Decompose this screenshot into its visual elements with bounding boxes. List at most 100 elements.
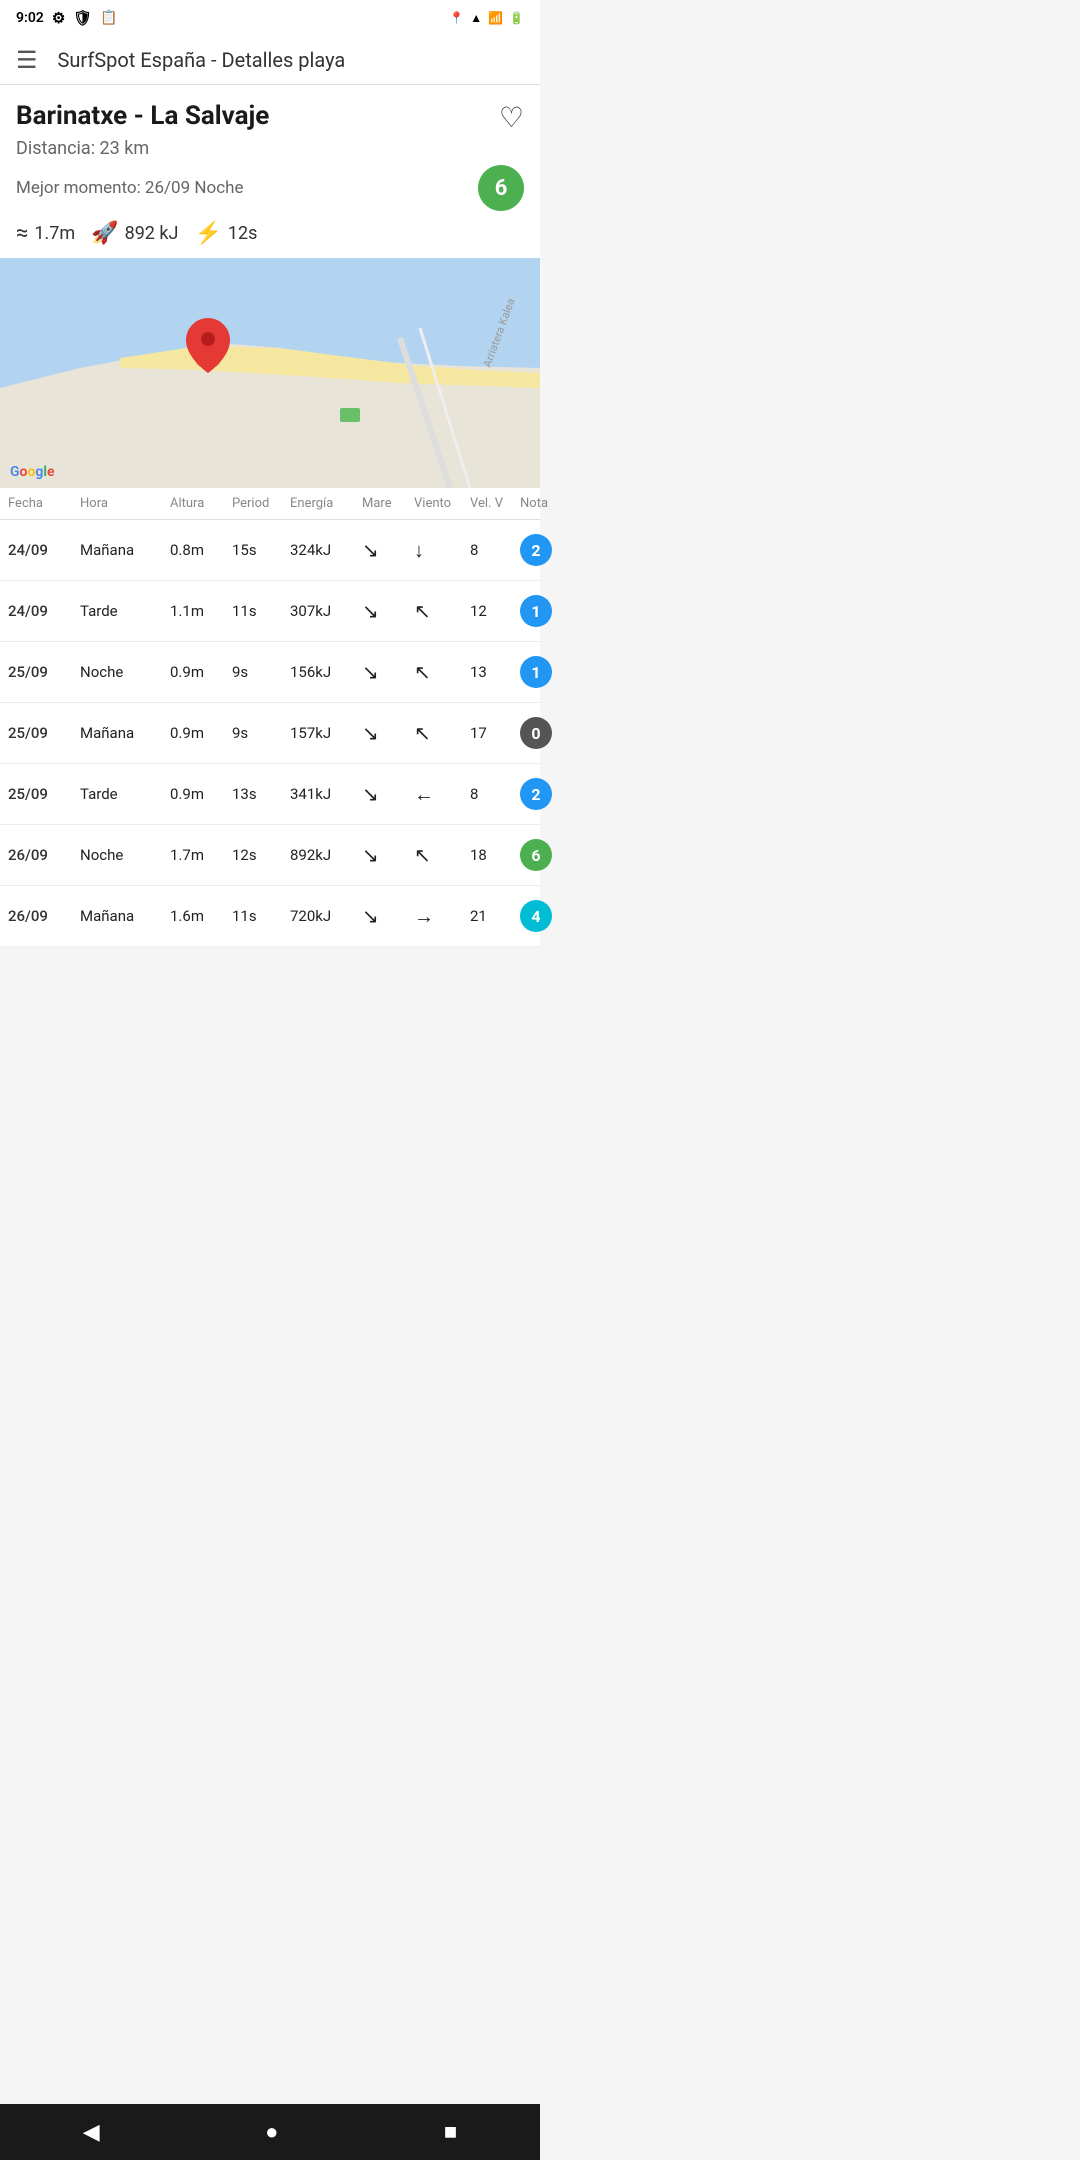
period-group: ⚡ 12s — [194, 221, 257, 246]
cell-altura: 0.8m — [170, 541, 232, 559]
cell-nota: 0 — [520, 717, 568, 749]
cell-fecha: 24/09 — [8, 602, 80, 620]
cell-altura: 0.9m — [170, 724, 232, 742]
cell-altura: 0.9m — [170, 785, 232, 803]
cell-marea: ↘ — [362, 721, 414, 745]
cell-velv: 18 — [470, 846, 520, 864]
header-viento: Viento — [414, 496, 470, 511]
cell-altura: 0.9m — [170, 663, 232, 681]
cell-hora: Tarde — [80, 602, 170, 620]
cell-viento: ↓ — [414, 538, 470, 563]
back-button[interactable]: ◀ — [83, 2120, 100, 2145]
wave-height-group: ≈ 1.7m — [16, 221, 75, 246]
map-container[interactable]: Arriatera Kalea Google — [0, 258, 540, 488]
table-row: 25/09 Mañana 0.9m 9s 157kJ ↘ ↖ 17 0 — [0, 703, 540, 764]
settings-icon: ⚙ — [52, 9, 65, 27]
signal-icon: 📶 — [488, 11, 503, 25]
cell-fecha: 25/09 — [8, 663, 80, 681]
wifi-icon: ▲ — [470, 11, 482, 25]
table-row: 25/09 Tarde 0.9m 13s 341kJ ↘ ← 8 2 — [0, 764, 540, 825]
header-altura: Altura — [170, 496, 232, 511]
cell-altura: 1.7m — [170, 846, 232, 864]
page-title: SurfSpot España - Detalles playa — [58, 48, 346, 72]
cell-nota: 1 — [520, 656, 568, 688]
header-energia: Energía — [290, 496, 362, 511]
table-row: 24/09 Tarde 1.1m 11s 307kJ ↘ ↖ 12 1 — [0, 581, 540, 642]
recent-button[interactable]: ■ — [444, 2119, 457, 2145]
table-header: Fecha Hora Altura Period Energía Mare Vi… — [0, 488, 540, 520]
forecast-table: Fecha Hora Altura Period Energía Mare Vi… — [0, 488, 540, 947]
home-button[interactable]: ● — [265, 2119, 278, 2145]
menu-button[interactable]: ☰ — [16, 46, 38, 74]
cell-viento: ↖ — [414, 599, 470, 623]
cell-hora: Noche — [80, 663, 170, 681]
cell-period: 13s — [232, 785, 290, 803]
cell-fecha: 26/09 — [8, 846, 80, 864]
cell-marea: ↘ — [362, 599, 414, 623]
cell-fecha: 24/09 — [8, 541, 80, 559]
wave-height: 1.7m — [34, 223, 75, 244]
cell-velv: 8 — [470, 785, 520, 803]
score-badge: 6 — [478, 165, 524, 211]
cell-nota: 1 — [520, 595, 568, 627]
cell-altura: 1.1m — [170, 602, 232, 620]
beach-name: Barinatxe - La Salvaje — [16, 101, 269, 131]
cell-fecha: 25/09 — [8, 724, 80, 742]
shield-icon: 🛡 — [73, 9, 92, 27]
bottom-nav: ◀ ● ■ — [0, 2104, 540, 2160]
energy-group: 🚀 892 kJ — [91, 221, 178, 246]
cell-hora: Noche — [80, 846, 170, 864]
cell-energia: 324kJ — [290, 541, 362, 559]
rocket-icon: 🚀 — [91, 221, 118, 246]
cell-period: 11s — [232, 602, 290, 620]
cell-velv: 17 — [470, 724, 520, 742]
cell-viento: ↖ — [414, 721, 470, 745]
cell-energia: 307kJ — [290, 602, 362, 620]
cell-marea: ↘ — [362, 782, 414, 806]
header-period: Period — [232, 496, 290, 511]
table-row: 24/09 Mañana 0.8m 15s 324kJ ↘ ↓ 8 2 — [0, 520, 540, 581]
cell-velv: 13 — [470, 663, 520, 681]
cell-viento: ↖ — [414, 843, 470, 867]
cell-velv: 12 — [470, 602, 520, 620]
clipboard-icon: 📋 — [100, 10, 117, 26]
cell-period: 12s — [232, 846, 290, 864]
header-nota: Nota — [520, 496, 568, 511]
cell-period: 11s — [232, 907, 290, 925]
wave-icon: ≈ — [16, 221, 28, 246]
cell-hora: Tarde — [80, 785, 170, 803]
location-icon: 📍 — [449, 11, 464, 25]
cell-marea: ↘ — [362, 660, 414, 684]
cell-velv: 21 — [470, 907, 520, 925]
cell-energia: 157kJ — [290, 724, 362, 742]
header-velv: Vel. V — [470, 496, 520, 511]
battery-icon: 🔋 — [509, 11, 524, 25]
favorite-button[interactable]: ♡ — [499, 101, 524, 134]
header-mare: Mare — [362, 496, 414, 511]
cell-viento: ↖ — [414, 660, 470, 684]
cell-energia: 892kJ — [290, 846, 362, 864]
google-logo: Google — [10, 464, 55, 480]
cell-viento: → — [414, 904, 470, 929]
cell-altura: 1.6m — [170, 907, 232, 925]
period-icon: ⚡ — [194, 221, 221, 246]
cell-marea: ↘ — [362, 843, 414, 867]
cell-velv: 8 — [470, 541, 520, 559]
wave-stats: ≈ 1.7m 🚀 892 kJ ⚡ 12s — [16, 221, 524, 246]
status-icons: 📍 ▲ 📶 🔋 — [449, 11, 524, 25]
cell-period: 15s — [232, 541, 290, 559]
header-fecha: Fecha — [8, 496, 80, 511]
top-bar: ☰ SurfSpot España - Detalles playa — [0, 36, 540, 85]
period-value: 12s — [228, 223, 258, 244]
table-rows-container: 24/09 Mañana 0.8m 15s 324kJ ↘ ↓ 8 2 24/0… — [0, 520, 540, 947]
cell-nota: 2 — [520, 534, 568, 566]
cell-marea: ↘ — [362, 904, 414, 928]
cell-period: 9s — [232, 724, 290, 742]
time-text: 9:02 — [16, 10, 44, 26]
cell-energia: 341kJ — [290, 785, 362, 803]
cell-nota: 6 — [520, 839, 568, 871]
table-row: 26/09 Mañana 1.6m 11s 720kJ ↘ → 21 4 — [0, 886, 540, 947]
cell-hora: Mañana — [80, 724, 170, 742]
cell-viento: ← — [414, 782, 470, 807]
header-hora: Hora — [80, 496, 170, 511]
